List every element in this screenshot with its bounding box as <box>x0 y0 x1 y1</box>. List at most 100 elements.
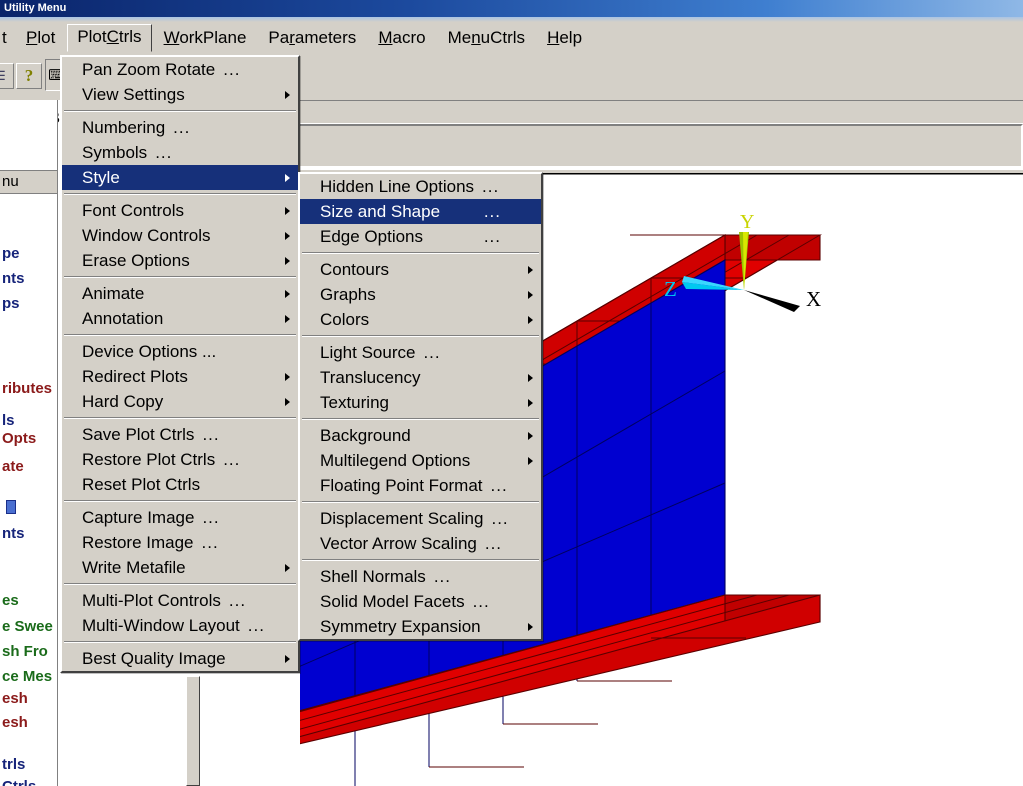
menu-item-redirect-plots[interactable]: Redirect Plots <box>62 364 298 389</box>
menu-item-label: Solid Model Facets <box>320 592 465 611</box>
plotctrls-dropdown-menu[interactable]: Pan Zoom Rotate... View Settings Numbering… <box>60 55 300 673</box>
sidebar-tree-item[interactable]: Ctrls <box>0 778 36 786</box>
menu-item-ellipsis: ... <box>223 450 241 469</box>
menu-item-animate[interactable]: Animate <box>62 281 298 306</box>
menu-item-multi-plot-controls[interactable]: Multi-Plot Controls... <box>62 588 298 613</box>
menu-item-symmetry-expansion[interactable]: Symmetry Expansion <box>300 614 541 639</box>
menu-item-ellipsis: ... <box>155 143 173 162</box>
menu-item-ellipsis: ... <box>201 533 219 552</box>
sidebar-tree-item[interactable]: ributes <box>0 380 52 397</box>
menubar-item-parameters[interactable]: Parameters <box>258 25 366 52</box>
menu-item-capture-image[interactable]: Capture Image... <box>62 505 298 530</box>
sidebar-header-label: nu <box>2 173 19 190</box>
menu-item-edge-options[interactable]: Edge Options... <box>300 224 541 249</box>
menu-item-label: Multilegend Options <box>320 451 471 470</box>
menu-item-window-controls[interactable]: Window Controls <box>62 223 298 248</box>
menu-item-contours[interactable]: Contours <box>300 257 541 282</box>
sidebar-tree-item[interactable]: trls <box>0 756 25 773</box>
menu-item-pan-zoom-rotate[interactable]: Pan Zoom Rotate... <box>62 57 298 82</box>
menu-item-floating-point-format[interactable]: Floating Point Format... <box>300 473 541 498</box>
menu-item-best-quality-image[interactable]: Best Quality Image <box>62 646 298 671</box>
sidebar-tree-item[interactable]: esh <box>0 690 28 707</box>
submenu-chevron-right-icon <box>285 563 290 572</box>
style-submenu[interactable]: Hidden Line Options... Size and Shape... E… <box>298 172 543 641</box>
menu-item-light-source[interactable]: Light Source... <box>300 340 541 365</box>
menubar-item-plotctrls[interactable]: PlotCtrls <box>67 24 152 52</box>
menu-item-colors[interactable]: Colors <box>300 307 541 332</box>
menu-item-hidden-line-options[interactable]: Hidden Line Options... <box>300 174 541 199</box>
menu-item-label: Light Source <box>320 343 416 362</box>
sidebar-tree-item[interactable]: Opts <box>0 430 36 447</box>
menu-item-ellipsis: ... <box>490 476 508 495</box>
tree-node-icon <box>6 500 16 514</box>
menu-separator <box>302 501 539 503</box>
menu-item-symbols[interactable]: Symbols... <box>62 140 298 165</box>
sidebar-tree-item[interactable]: ls <box>0 412 15 429</box>
menu-separator <box>302 252 539 254</box>
menu-item-annotation[interactable]: Annotation <box>62 306 298 331</box>
menu-item-label: Edge Options <box>320 227 424 246</box>
menu-item-erase-options[interactable]: Erase Options <box>62 248 298 273</box>
menu-item-label: Erase Options <box>82 251 190 270</box>
menu-item-texturing[interactable]: Texturing <box>300 390 541 415</box>
graphics-vertical-scrollbar[interactable] <box>186 676 200 786</box>
menu-item-label: Style <box>82 168 120 187</box>
window-titlebar: Utility Menu <box>0 0 1023 17</box>
sidebar-tree-item[interactable]: e Swee <box>0 618 53 635</box>
menubar-item-menuctrls[interactable]: MenuCtrls <box>438 25 536 52</box>
menu-item-device-options[interactable]: Device Options ... <box>62 339 298 364</box>
menu-item-size-and-shape[interactable]: Size and Shape... <box>300 199 541 224</box>
menu-item-background[interactable]: Background <box>300 423 541 448</box>
tree-sidebar[interactable]: nu pe nts ps ributes ls Opts ate nts es e Swee sh … <box>0 100 58 786</box>
menu-item-solid-model-facets[interactable]: Solid Model Facets... <box>300 589 541 614</box>
submenu-chevron-right-icon <box>528 290 533 299</box>
menu-item-hard-copy[interactable]: Hard Copy <box>62 389 298 414</box>
menu-item-view-settings[interactable]: View Settings <box>62 82 298 107</box>
menu-item-label: Texturing <box>320 393 389 412</box>
menu-item-label: Pan Zoom Rotate <box>82 60 216 79</box>
submenu-chevron-right-icon <box>285 256 290 265</box>
menu-separator <box>64 500 296 502</box>
menu-item-vector-arrow-scaling[interactable]: Vector Arrow Scaling... <box>300 531 541 556</box>
menu-item-save-plot-ctrls[interactable]: Save Plot Ctrls... <box>62 422 298 447</box>
menubar-item-t[interactable]: t <box>0 25 14 52</box>
menubar-item-help[interactable]: Help <box>537 25 592 52</box>
sidebar-tree-item[interactable]: esh <box>0 714 28 731</box>
submenu-chevron-right-icon <box>285 654 290 663</box>
sidebar-tree-item[interactable]: ate <box>0 458 24 475</box>
menu-item-restore-image[interactable]: Restore Image... <box>62 530 298 555</box>
menu-item-ellipsis: ... <box>491 509 509 528</box>
menu-item-label: Floating Point Format <box>320 476 483 495</box>
menu-item-label: Symbols <box>82 143 148 162</box>
sidebar-tree-item[interactable]: ps <box>0 295 20 312</box>
menu-item-write-metafile[interactable]: Write Metafile <box>62 555 298 580</box>
sidebar-tree-item[interactable]: es <box>0 592 19 609</box>
menu-item-graphs[interactable]: Graphs <box>300 282 541 307</box>
menu-item-style[interactable]: Style <box>62 165 298 190</box>
sidebar-tree-item[interactable]: ce Mes <box>0 668 52 685</box>
menu-item-multilegend-options[interactable]: Multilegend Options <box>300 448 541 473</box>
menu-item-shell-normals[interactable]: Shell Normals... <box>300 564 541 589</box>
menu-item-font-controls[interactable]: Font Controls <box>62 198 298 223</box>
menubar-item-plot[interactable]: Plot <box>16 25 65 52</box>
sidebar-tree-item[interactable]: sh Fro <box>0 643 48 660</box>
menu-item-translucency[interactable]: Translucency <box>300 365 541 390</box>
menu-item-displacement-scaling[interactable]: Displacement Scaling... <box>300 506 541 531</box>
menu-item-numbering[interactable]: Numbering... <box>62 115 298 140</box>
sidebar-tree-item[interactable]: pe <box>0 245 20 262</box>
menu-item-reset-plot-ctrls[interactable]: Reset Plot Ctrls <box>62 472 298 497</box>
help-question-button[interactable]: ? <box>16 63 42 89</box>
submenu-chevron-right-icon <box>285 397 290 406</box>
menu-item-label: Shell Normals <box>320 567 426 586</box>
menu-separator <box>64 110 296 112</box>
menu-item-label: Device Options ... <box>82 342 217 361</box>
sidebar-tree-item[interactable]: nts <box>0 525 25 542</box>
menubar-item-macro[interactable]: Macro <box>368 25 435 52</box>
menu-item-multi-window-layout[interactable]: Multi-Window Layout... <box>62 613 298 638</box>
raise-hidden-button[interactable]: ☰ <box>0 63 14 89</box>
menu-item-label: Redirect Plots <box>82 367 188 386</box>
menu-item-restore-plot-ctrls[interactable]: Restore Plot Ctrls... <box>62 447 298 472</box>
menubar-item-workplane[interactable]: WorkPlane <box>154 25 257 52</box>
sidebar-tree-item[interactable]: nts <box>0 270 25 287</box>
submenu-chevron-right-icon <box>528 265 533 274</box>
